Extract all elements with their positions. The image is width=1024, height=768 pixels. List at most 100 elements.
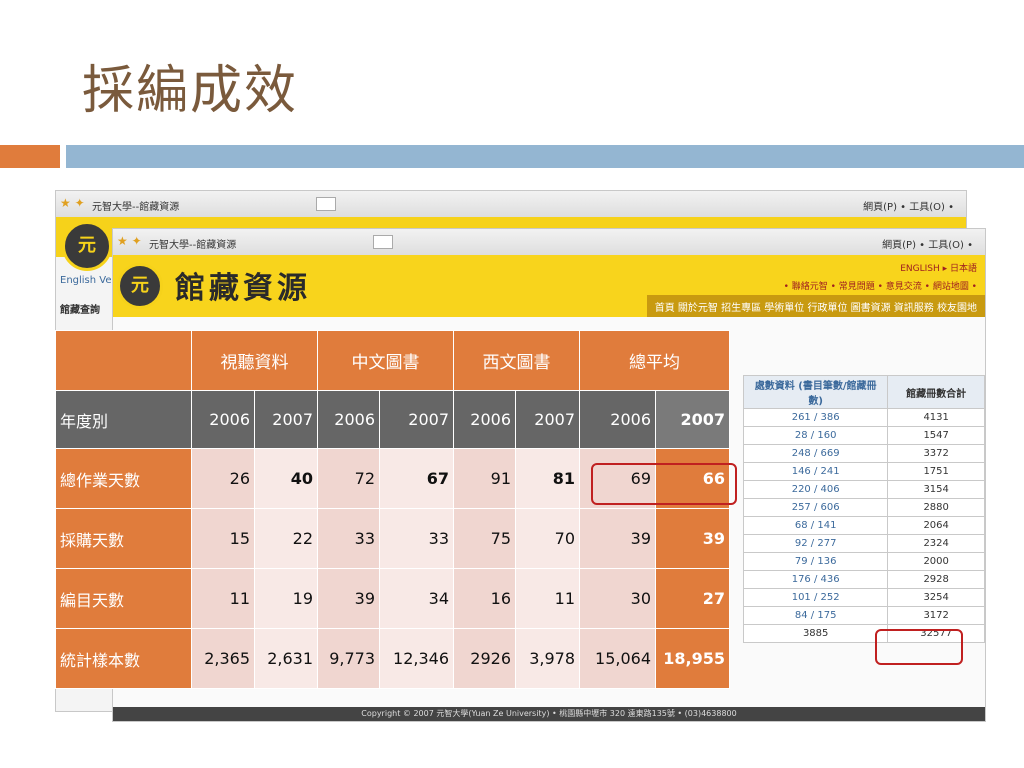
holdings-row: 248 / 669 3372 [742, 444, 985, 463]
catalog-search-tab: 館藏查詢 [60, 305, 100, 316]
stat-cell: 19 [254, 568, 318, 629]
group-header-row: 視聽資料 中文圖書 西文圖書 總平均 [55, 330, 730, 391]
site-nav: 首頁 關於元智 招生專區 學術單位 行政單位 圖書資源 資訊服務 校友園地 [646, 295, 985, 317]
year-cell: 2007 [655, 390, 730, 449]
browser-tools: 網頁(P) • 工具(O) • [863, 202, 954, 213]
stat-cell: 18,955 [655, 628, 730, 689]
row-label: 統計樣本數 [55, 628, 192, 689]
stat-cell: 39 [317, 568, 380, 629]
stat-cell: 16 [453, 568, 516, 629]
stat-cell: 70 [515, 508, 580, 569]
browser-tools-2: 網頁(P) • 工具(O) • [882, 240, 973, 251]
english-version-link: English Ver [60, 275, 116, 286]
year-cell: 2007 [379, 390, 454, 449]
holdings-table: 處數資料 (書目筆數/館藏冊數) 館藏冊數合計 261 / 386 4131 28 … [742, 375, 985, 643]
stat-cell: 2926 [453, 628, 516, 689]
holdings-record-count: 101 / 252 [742, 588, 889, 607]
holdings-record-count: 84 / 175 [742, 606, 889, 625]
holdings-row: 92 / 277 2324 [742, 534, 985, 553]
year-cell: 2006 [317, 390, 380, 449]
year-row: 年度別 2006 2007 2006 2007 2006 2007 2006 2… [55, 390, 730, 449]
row-label: 總作業天數 [55, 448, 192, 509]
holdings-record-count: 248 / 669 [742, 444, 889, 463]
site-title: 館藏資源 [175, 271, 311, 306]
row-label: 編目天數 [55, 568, 192, 629]
stat-cell: 27 [655, 568, 730, 629]
year-cell: 2006 [191, 390, 255, 449]
browser-tab-label: 元智大學--館藏資源 [92, 202, 180, 213]
browser-tab-label-2: 元智大學--館藏資源 [149, 240, 237, 251]
new-tab-button-2 [373, 235, 393, 249]
stat-cell: 39 [579, 508, 656, 569]
holdings-volume-total: 3254 [887, 588, 985, 607]
holdings-row: 220 / 406 3154 [742, 480, 985, 499]
year-cell: 2006 [579, 390, 656, 449]
holdings-record-count: 257 / 606 [742, 498, 889, 517]
header-corner [55, 330, 192, 391]
holdings-volume-total: 2880 [887, 498, 985, 517]
row-label: 採購天數 [55, 508, 192, 569]
stat-cell: 9,773 [317, 628, 380, 689]
holdings-record-count: 92 / 277 [742, 534, 889, 553]
favorites-star-icon-2: ★ ✦ [117, 234, 142, 248]
total-highlight-box [875, 629, 963, 665]
stat-cell: 15,064 [579, 628, 656, 689]
site-footer: Copyright © 2007 元智大學(Yuan Ze University… [113, 707, 985, 721]
holdings-record-count: 146 / 241 [742, 462, 889, 481]
stat-cell: 67 [379, 448, 454, 509]
holdings-volume-total: 2324 [887, 534, 985, 553]
browser-toolbar: ★ ✦ 元智大學--館藏資源 網頁(P) • 工具(O) • [56, 191, 966, 218]
stat-cell: 39 [655, 508, 730, 569]
stat-cell: 72 [317, 448, 380, 509]
browser-toolbar-2: ★ ✦ 元智大學--館藏資源 網頁(P) • 工具(O) • [113, 229, 985, 256]
stat-cell: 81 [515, 448, 580, 509]
year-cell: 2007 [515, 390, 580, 449]
stat-cell: 34 [379, 568, 454, 629]
stats-row: 統計樣本數 2,365 2,631 9,773 12,346 2926 3,978 15,06… [55, 628, 730, 689]
holdings-volume-total: 2000 [887, 552, 985, 571]
group-header-chinese: 中文圖書 [317, 330, 454, 391]
holdings-volume-total: 1547 [887, 426, 985, 445]
year-cell: 2006 [453, 390, 516, 449]
holdings-volume-total: 3372 [887, 444, 985, 463]
group-header-average: 總平均 [579, 330, 730, 391]
holdings-row: 257 / 606 2880 [742, 498, 985, 517]
stat-cell: 2,631 [254, 628, 318, 689]
favorites-star-icon: ★ ✦ [60, 196, 85, 210]
university-logo-icon: 元 [62, 221, 112, 271]
holdings-record-count: 79 / 136 [742, 552, 889, 571]
stat-cell: 26 [191, 448, 255, 509]
holdings-record-count: 261 / 386 [742, 408, 889, 427]
stat-cell: 11 [191, 568, 255, 629]
stat-cell: 12,346 [379, 628, 454, 689]
stats-row: 編目天數 11 19 39 34 16 11 30 27 [55, 568, 730, 629]
year-cell: 2007 [254, 390, 318, 449]
stat-cell: 15 [191, 508, 255, 569]
university-logo-icon-2: 元 [117, 263, 163, 309]
holdings-row: 79 / 136 2000 [742, 552, 985, 571]
stats-row: 採購天數 15 22 33 33 75 70 39 39 [55, 508, 730, 569]
slide-title: 採編成效 [82, 61, 299, 121]
stat-cell: 30 [579, 568, 656, 629]
stat-cell: 3,978 [515, 628, 580, 689]
stat-cell: 40 [254, 448, 318, 509]
holdings-row: 176 / 436 2928 [742, 570, 985, 589]
stat-cell: 75 [453, 508, 516, 569]
group-header-av: 視聽資料 [191, 330, 318, 391]
average-highlight-box [591, 463, 737, 505]
accent-bar-blue [66, 145, 1024, 168]
stat-cell: 91 [453, 448, 516, 509]
group-header-western: 西文圖書 [453, 330, 580, 391]
holdings-row: 146 / 241 1751 [742, 462, 985, 481]
accent-bar-orange [0, 145, 60, 168]
holdings-row: 84 / 175 3172 [742, 606, 985, 625]
cataloging-stats-table: 視聽資料 中文圖書 西文圖書 總平均 年度別 2006 2007 2006 20… [55, 330, 730, 689]
holdings-row: 101 / 252 3254 [742, 588, 985, 607]
stat-cell: 11 [515, 568, 580, 629]
holdings-volume-total: 2928 [887, 570, 985, 589]
stat-cell: 2,365 [191, 628, 255, 689]
holdings-record-count: 3885 [742, 624, 889, 643]
holdings-volume-total: 2064 [887, 516, 985, 535]
new-tab-button [316, 197, 336, 211]
holdings-row: 28 / 160 1547 [742, 426, 985, 445]
